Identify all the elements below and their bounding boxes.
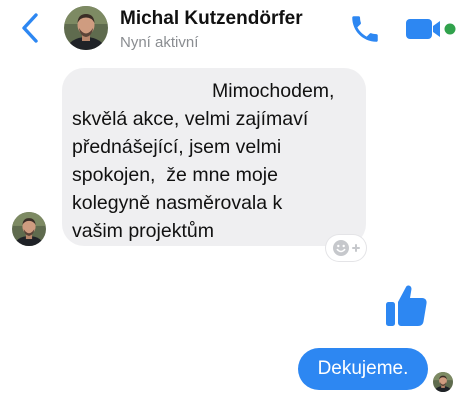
message-line: Mimochodem, bbox=[212, 80, 335, 102]
active-indicator-icon bbox=[444, 23, 456, 35]
person-photo bbox=[433, 372, 453, 392]
chat-header: Michal Kutzendörfer Nyní aktivní bbox=[0, 0, 461, 56]
voice-call-button[interactable] bbox=[348, 12, 382, 46]
person-photo bbox=[64, 6, 108, 50]
phone-icon bbox=[352, 16, 378, 42]
contact-name[interactable]: Michal Kutzendörfer bbox=[120, 8, 303, 30]
seen-receipt-avatar bbox=[433, 372, 453, 392]
message-line: kolegyně nasměrovala k bbox=[72, 192, 283, 214]
add-reaction-smiley-icon bbox=[333, 240, 360, 256]
active-status: Nyní aktivní bbox=[120, 34, 199, 51]
chevron-left-icon bbox=[22, 13, 38, 43]
incoming-message-bubble[interactable]: Mimochodem, skvělá akce, velmi zajímaví … bbox=[62, 68, 366, 246]
outgoing-message-bubble[interactable]: Dekujeme. bbox=[298, 348, 428, 390]
thumbs-up-icon bbox=[386, 285, 427, 326]
message-line: spokojen, že mne moje bbox=[72, 164, 278, 186]
person-photo bbox=[12, 212, 46, 246]
message-line: přednášející, jsem velmi bbox=[72, 136, 282, 158]
contact-avatar[interactable] bbox=[64, 6, 108, 50]
add-reaction-button[interactable] bbox=[326, 235, 366, 261]
sent-like[interactable] bbox=[384, 282, 428, 328]
message-line: skvělá akce, velmi zajímaví bbox=[72, 108, 309, 130]
sender-avatar[interactable] bbox=[12, 212, 46, 246]
back-button[interactable] bbox=[16, 12, 46, 44]
video-call-button[interactable] bbox=[404, 16, 456, 42]
message-line: vašim projektům bbox=[72, 220, 214, 242]
